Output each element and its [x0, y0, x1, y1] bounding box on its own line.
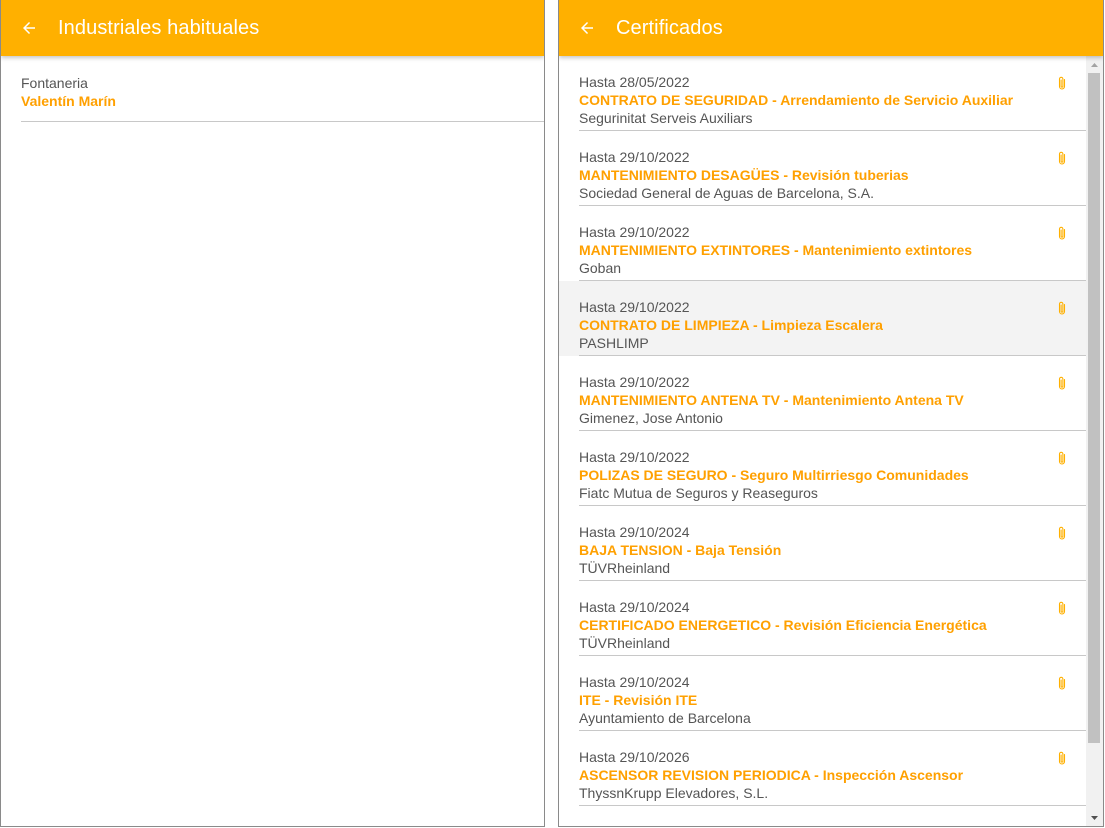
arrow-left-icon	[23, 22, 35, 34]
paperclip-icon[interactable]	[1057, 751, 1067, 765]
page-title: Certificados	[616, 16, 723, 39]
certificate-date: Hasta 29/10/2026	[579, 749, 690, 765]
certificate-text: Hasta 29/10/2024 BAJA TENSION - Baja Tens…	[579, 523, 1046, 577]
certificate-text: Hasta 29/10/2022 MANTENIMIENTO EXTINTORES…	[579, 223, 1046, 277]
certificate-row[interactable]: Hasta 29/10/2022 MANTENIMIENTO ANTENA TV …	[559, 356, 1086, 431]
certificate-date: Hasta 29/10/2022	[579, 449, 690, 465]
category-label: Fontaneria	[21, 75, 88, 91]
certificate-company: Ayuntamiento de Barcelona	[579, 710, 751, 726]
triangle-down-icon	[1091, 815, 1098, 820]
certificate-text: Hasta 29/10/2026 ASCENSOR REVISION PERIOD…	[579, 748, 1046, 802]
certificate-date: Hasta 29/10/2024	[579, 524, 690, 540]
certificate-row[interactable]: Hasta 29/10/2022 MANTENIMIENTO EXTINTORES…	[559, 206, 1086, 281]
paperclip-icon[interactable]	[1057, 76, 1067, 90]
scroll-up-arrow[interactable]	[1086, 56, 1103, 73]
certificate-title[interactable]: ASCENSOR REVISION PERIODICA - Inspección…	[579, 766, 1046, 784]
certificate-text: Hasta 28/05/2022 CONTRATO DE SEGURIDAD - …	[579, 73, 1046, 127]
certificate-row[interactable]: Hasta 29/10/2022 POLIZAS DE SEGURO - Segu…	[559, 431, 1086, 506]
back-button[interactable]	[18, 17, 40, 39]
certificate-title[interactable]: MANTENIMIENTO EXTINTORES - Mantenimiento…	[579, 241, 1046, 259]
paperclip-icon[interactable]	[1057, 226, 1067, 240]
paperclip-icon[interactable]	[1057, 451, 1067, 465]
certificate-title[interactable]: MANTENIMIENTO ANTENA TV - Mantenimiento …	[579, 391, 1046, 409]
page-title: Industriales habituales	[58, 16, 260, 39]
app-bar: Certificados	[559, 0, 1103, 56]
paperclip-icon[interactable]	[1057, 676, 1067, 690]
arrow-left-icon	[581, 22, 593, 34]
certificate-date: Hasta 29/10/2022	[579, 299, 690, 315]
certificate-date: Hasta 29/10/2022	[579, 224, 690, 240]
certificate-text: Hasta 29/10/2024 CERTIFICADO ENERGETICO -…	[579, 598, 1046, 652]
certificate-title[interactable]: MANTENIMIENTO DESAGÜES - Revisión tuberi…	[579, 166, 1046, 184]
certificate-text: Hasta 29/10/2022 POLIZAS DE SEGURO - Segu…	[579, 448, 1046, 502]
paperclip-icon[interactable]	[1057, 301, 1067, 315]
certificate-company: Sociedad General de Aguas de Barcelona, …	[579, 185, 874, 201]
certificate-row[interactable]: Hasta 29/10/2022 MANTENIMIENTO DESAGÜES -…	[559, 131, 1086, 206]
certificate-row[interactable]: Hasta 29/10/2022 CONTRATO DE LIMPIEZA - L…	[559, 281, 1086, 356]
paperclip-icon[interactable]	[1057, 151, 1067, 165]
certificate-title[interactable]: CONTRATO DE SEGURIDAD - Arrendamiento de…	[579, 91, 1046, 109]
certificate-date: Hasta 29/10/2022	[579, 374, 690, 390]
certificate-title[interactable]: CERTIFICADO ENERGETICO - Revisión Eficie…	[579, 616, 1046, 634]
certificate-date: Hasta 29/10/2024	[579, 674, 690, 690]
certificate-title[interactable]: POLIZAS DE SEGURO - Seguro Multirriesgo …	[579, 466, 1046, 484]
certificate-company: Fiatc Mutua de Seguros y Reaseguros	[579, 485, 818, 501]
triangle-up-icon	[1091, 62, 1098, 67]
scroll-thumb[interactable]	[1088, 73, 1100, 743]
certificate-title[interactable]: BAJA TENSION - Baja Tensión	[579, 541, 1046, 559]
industriales-list: Fontaneria Valentín Marín	[1, 56, 544, 122]
certificate-date: Hasta 28/05/2022	[579, 74, 690, 90]
certificate-row[interactable]: Hasta 29/10/2026 ASCENSOR REVISION PERIOD…	[559, 731, 1086, 806]
certificate-company: TÜVRheinland	[579, 560, 671, 576]
certificate-text: Hasta 29/10/2022 MANTENIMIENTO DESAGÜES -…	[579, 148, 1046, 202]
certificate-company: Segurinitat Serveis Auxiliars	[579, 110, 753, 126]
certificate-date: Hasta 29/10/2024	[579, 599, 690, 615]
paperclip-icon[interactable]	[1057, 526, 1067, 540]
certificate-row[interactable]: Hasta 29/10/2024 CERTIFICADO ENERGETICO -…	[559, 581, 1086, 656]
certificate-company: TÜVRheinland	[579, 635, 671, 651]
certificate-row[interactable]: Hasta 29/10/2024 ITE - Revisión ITE Ayunta…	[559, 656, 1086, 731]
certificate-company: PASHLIMP	[579, 335, 649, 351]
certificate-text: Hasta 29/10/2024 ITE - Revisión ITE Ayunta…	[579, 673, 1046, 727]
certificate-row[interactable]: Hasta 28/05/2022 CONTRATO DE SEGURIDAD - …	[559, 56, 1086, 131]
industriales-panel: Industriales habituales Fontaneria Valen…	[0, 0, 545, 827]
list-item[interactable]: Fontaneria Valentín Marín	[21, 74, 544, 122]
certificate-text: Hasta 29/10/2022 MANTENIMIENTO ANTENA TV …	[579, 373, 1046, 427]
scroll-down-arrow[interactable]	[1086, 809, 1103, 826]
certificate-row[interactable]: Hasta 29/10/2024 BAJA TENSION - Baja Tens…	[559, 506, 1086, 581]
certificate-title[interactable]: CONTRATO DE LIMPIEZA - Limpieza Escalera	[579, 316, 1046, 334]
industrial-name[interactable]: Valentín Marín	[21, 92, 544, 110]
certificate-company: Goban	[579, 260, 622, 276]
vertical-scrollbar[interactable]	[1086, 56, 1103, 826]
certificates-list: Hasta 28/05/2022 CONTRATO DE SEGURIDAD - …	[559, 56, 1086, 826]
certificate-company: Gimenez, Jose Antonio	[579, 410, 723, 426]
certificados-panel: Certificados Hasta 28/05/2022 CONTRATO DE…	[558, 0, 1104, 827]
certificate-text: Hasta 29/10/2022 CONTRATO DE LIMPIEZA - L…	[579, 298, 1046, 352]
paperclip-icon[interactable]	[1057, 601, 1067, 615]
paperclip-icon[interactable]	[1057, 376, 1067, 390]
certificate-title[interactable]: ITE - Revisión ITE	[579, 691, 1046, 709]
back-button[interactable]	[576, 17, 598, 39]
certificates-list-area: Hasta 28/05/2022 CONTRATO DE SEGURIDAD - …	[559, 56, 1103, 826]
certificate-date: Hasta 29/10/2022	[579, 149, 690, 165]
certificate-company: ThyssnKrupp Elevadores, S.L.	[579, 785, 769, 801]
app-bar: Industriales habituales	[1, 0, 544, 56]
